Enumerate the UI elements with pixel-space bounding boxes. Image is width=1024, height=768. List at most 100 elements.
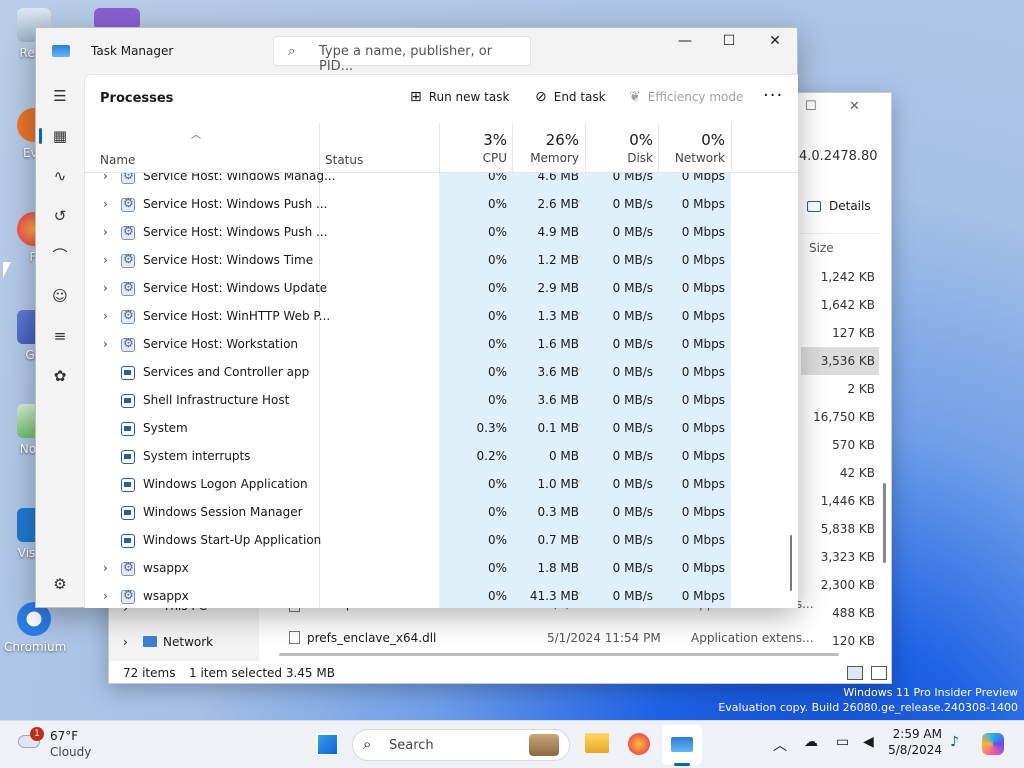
efficiency-mode-button[interactable]: ❦ Efficiency mode [629,89,743,105]
process-memory: 2.9 MB [537,281,579,295]
weather-widget[interactable]: 1 67°F Cloudy [16,727,116,763]
process-row[interactable]: › Service Host: Windows Push ... 0% 4.9 MB 0… [85,219,798,247]
process-row[interactable]: Windows Start-Up Application 0% 0.7 MB 0 MB… [85,527,798,555]
speaker-icon[interactable]: ◀ [863,734,874,750]
run-new-task-button[interactable]: ⊞ Run new task [410,89,509,105]
process-network: 0 Mbps [681,393,725,407]
clock[interactable]: 2:59 AM 5/8/2024 [888,727,942,757]
details-view-icon[interactable] [847,666,863,680]
process-memory: 4.6 MB [537,173,579,183]
taskbar-search-box[interactable]: ⌕ Search [352,729,570,761]
chevron-right-icon[interactable]: › [103,589,108,603]
process-row[interactable]: › Service Host: Windows Manag... 0% 4.6 MB 0… [85,173,798,191]
process-memory: 4.9 MB [537,225,579,239]
minimize-button[interactable]: — [675,33,695,49]
taskbar-task-manager-icon[interactable] [662,725,702,766]
process-list-scrollbar[interactable] [790,535,792,591]
explorer-size-cell: 2,300 KB [820,578,875,592]
process-memory: 0 MB [548,449,579,463]
column-header-name[interactable]: Name [100,153,135,167]
tiles-view-icon[interactable] [871,666,887,680]
explorer-size-column-header[interactable]: Size [809,241,834,255]
explorer-details-button[interactable]: Details [807,199,871,213]
dll-file-icon [289,631,300,644]
process-row[interactable]: › Service Host: Windows Time 0% 1.2 MB 0 MB/… [85,247,798,275]
display-icon[interactable]: ▭ [836,734,849,750]
process-row[interactable]: › Service Host: Windows Update 0% 2.9 MB 0 M… [85,275,798,303]
nav-users-icon[interactable]: ☺ [50,286,70,306]
nav-processes-icon[interactable]: ▦ [39,126,70,146]
explorer-size-cell: 127 KB [832,326,875,340]
process-memory: 3.6 MB [537,393,579,407]
explorer-file-row[interactable]: prefs_enclave_x64.dll 5/1/2024 11:54 PM … [109,625,893,653]
process-row[interactable]: › wsappx 0% 1.8 MB 0 MB/s 0 Mbps [85,555,798,583]
process-disk: 0 MB/s [612,225,653,239]
column-header-memory[interactable]: 26% Memory [513,131,579,165]
process-list: › Service Host: Windows Manag... 0% 4.6 MB 0… [85,173,798,608]
column-separator [439,123,440,173]
nav-app-history-icon[interactable]: ↺ [50,206,70,226]
show-hidden-icons-chevron-icon[interactable]: ︿ [773,735,787,755]
process-name: Windows Start-Up Application [143,533,322,547]
chevron-right-icon[interactable]: › [103,561,108,575]
column-header-disk[interactable]: 0% Disk [585,131,653,165]
process-row[interactable]: System 0.3% 0.1 MB 0 MB/s 0 Mbps [85,415,798,443]
explorer-close-icon[interactable]: ✕ [849,99,860,114]
network-status-icon[interactable]: ☁ [804,734,818,750]
process-network: 0 Mbps [681,225,725,239]
chevron-right-icon[interactable]: › [103,281,108,295]
process-row[interactable]: › Service Host: WinHTTP Web P... 0% 1.3 MB 0… [85,303,798,331]
process-row[interactable]: Shell Infrastructure Host 0% 3.6 MB 0 MB/s 0… [85,387,798,415]
column-header-network[interactable]: 0% Network [659,131,725,165]
clock-date: 5/8/2024 [888,743,942,757]
nav-details-icon[interactable]: ≡ [50,326,70,346]
copilot-icon[interactable] [982,733,1004,755]
process-name: Service Host: Windows Manag... [143,173,336,183]
nav-performance-icon[interactable]: ∿ [50,166,70,186]
explorer-maximize-icon[interactable]: ☐ [805,99,817,114]
chevron-right-icon[interactable]: › [103,309,108,323]
process-cpu: 0.3% [476,421,508,435]
chevron-right-icon[interactable]: › [103,337,108,351]
run-task-icon: ⊞ [410,89,422,105]
process-row[interactable]: Windows Logon Application 0% 1.0 MB 0 MB/s 0… [85,471,798,499]
application-window-icon [121,422,135,436]
service-host-icon [121,196,135,212]
end-task-button[interactable]: ⊘ End task [535,89,606,105]
close-button[interactable]: ✕ [765,33,785,49]
process-row[interactable]: Services and Controller app 0% 3.6 MB 0 MB/… [85,359,798,387]
taskbar-firefox-icon[interactable] [628,733,650,755]
explorer-size-column: 1,242 KB 1,642 KB 127 KB 3,536 KB 2 KB 1… [801,263,879,655]
explorer-hscrollbar[interactable] [279,653,839,656]
desktop-icon-chromium[interactable]: Chromium [4,602,66,654]
chevron-right-icon[interactable]: › [103,253,108,267]
explorer-scrollbar[interactable] [883,483,886,563]
column-header-cpu[interactable]: 3% CPU [445,131,507,165]
maximize-button[interactable]: ☐ [719,33,739,49]
notification-bell-icon[interactable]: ♪ [950,734,959,750]
chevron-right-icon[interactable]: › [103,197,108,211]
start-button[interactable] [316,733,338,755]
nav-services-icon[interactable]: ✿ [50,366,70,386]
more-options-icon[interactable]: ··· [763,85,783,106]
taskbar-file-explorer-icon[interactable] [585,733,609,753]
service-host-icon [121,336,135,352]
task-manager-window[interactable]: Task Manager ⌕ Type a name, publisher, o… [35,27,798,608]
process-row[interactable]: › wsappx 0% 41.3 MB 0 MB/s 0 Mbps [85,583,798,608]
process-row[interactable]: › Service Host: Windows Push ... 0% 2.6 MB 0… [85,191,798,219]
search-input[interactable]: ⌕ Type a name, publisher, or PID... [273,36,531,74]
hamburger-menu-icon[interactable]: ☰ [50,86,70,106]
process-row[interactable]: System interrupts 0.2% 0 MB 0 MB/s 0 Mbps [85,443,798,471]
explorer-size-cell: 570 KB [832,438,875,452]
chevron-right-icon[interactable]: › [103,173,108,183]
column-header-status[interactable]: Status [325,153,363,167]
nav-settings-icon[interactable]: ⚙ [50,574,70,594]
nav-startup-apps-icon[interactable]: ⌒ [50,246,70,266]
process-disk: 0 MB/s [612,281,653,295]
service-host-icon [121,224,135,240]
process-row[interactable]: › Service Host: Workstation 0% 1.6 MB 0 MB/s… [85,331,798,359]
process-row[interactable]: Windows Session Manager 0% 0.3 MB 0 MB/s 0 M… [85,499,798,527]
chevron-right-icon[interactable]: › [103,225,108,239]
service-host-icon [121,252,135,268]
clock-time: 2:59 AM [892,727,942,741]
